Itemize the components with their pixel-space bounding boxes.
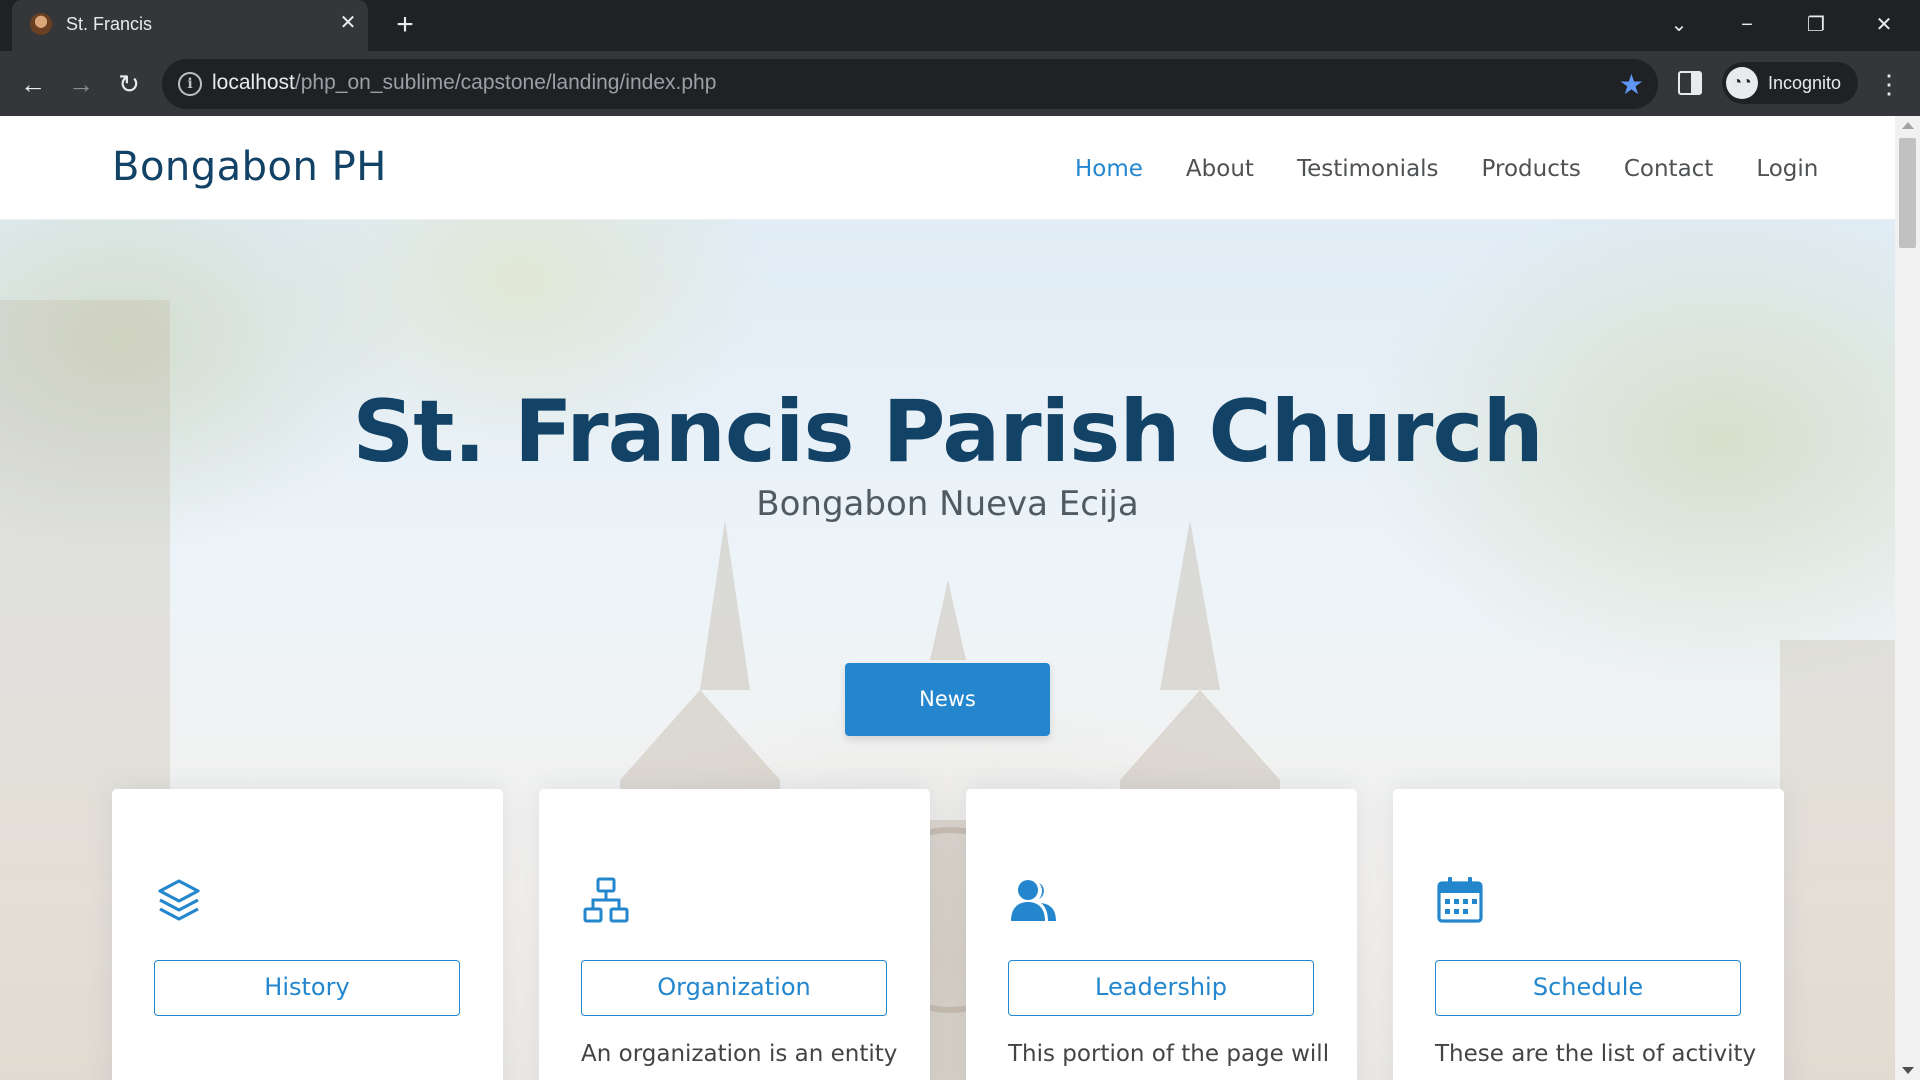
main-nav: Home About Testimonials Products Contact… bbox=[1075, 156, 1861, 182]
leadership-card: Leadership This portion of the page will bbox=[966, 789, 1357, 1080]
vertical-scrollbar[interactable] bbox=[1895, 116, 1920, 1080]
incognito-icon: ◔◔ bbox=[1726, 67, 1758, 99]
schedule-text: These are the list of activity bbox=[1435, 1041, 1757, 1067]
leadership-button[interactable]: Leadership bbox=[1008, 960, 1314, 1016]
incognito-label: Incognito bbox=[1768, 73, 1842, 93]
restore-window-icon[interactable]: ❐ bbox=[1799, 8, 1833, 42]
layers-icon bbox=[158, 879, 200, 921]
nav-testimonials[interactable]: Testimonials bbox=[1297, 156, 1439, 182]
nav-login[interactable]: Login bbox=[1756, 156, 1818, 182]
hero-title: St. Francis Parish Church bbox=[352, 382, 1543, 482]
bookmark-star-icon[interactable]: ★ bbox=[1619, 68, 1644, 101]
history-button[interactable]: History bbox=[154, 960, 460, 1016]
back-arrow-icon[interactable]: ← bbox=[16, 67, 50, 101]
site-info-icon[interactable]: i bbox=[178, 72, 202, 96]
organization-text: An organization is an entity bbox=[581, 1041, 898, 1067]
forward-arrow-icon[interactable]: → bbox=[64, 67, 98, 101]
schedule-card: Schedule These are the list of activity bbox=[1393, 789, 1784, 1080]
minimize-window-icon[interactable]: − bbox=[1730, 8, 1764, 42]
people-icon bbox=[1011, 880, 1056, 921]
url-host: localhost bbox=[212, 71, 295, 94]
favicon-icon bbox=[30, 13, 52, 35]
scroll-up-arrow-icon[interactable] bbox=[1902, 122, 1914, 129]
scrollbar-thumb[interactable] bbox=[1899, 138, 1916, 248]
browser-tab[interactable]: St. Francis ✕ bbox=[12, 0, 368, 51]
tab-title: St. Francis bbox=[66, 14, 153, 34]
close-tab-icon[interactable]: ✕ bbox=[336, 11, 360, 35]
new-tab-button[interactable]: + bbox=[390, 10, 420, 40]
schedule-button[interactable]: Schedule bbox=[1435, 960, 1741, 1016]
address-bar[interactable]: i localhost/php_on_sublime/capstone/land… bbox=[162, 59, 1658, 109]
organization-card: Organization An organization is an entit… bbox=[539, 789, 930, 1080]
nav-about[interactable]: About bbox=[1186, 156, 1254, 182]
nav-products[interactable]: Products bbox=[1482, 156, 1581, 182]
hero-subtitle: Bongabon Nueva Ecija bbox=[756, 484, 1139, 524]
page-viewport: Bongabon PH Home About Testimonials Prod… bbox=[0, 116, 1920, 1080]
nav-home[interactable]: Home bbox=[1075, 156, 1143, 182]
web-page: Bongabon PH Home About Testimonials Prod… bbox=[0, 116, 1895, 1080]
site-logo[interactable]: Bongabon PH bbox=[112, 144, 387, 190]
scroll-down-arrow-icon[interactable] bbox=[1902, 1067, 1914, 1074]
incognito-badge[interactable]: ◔◔ Incognito bbox=[1722, 62, 1858, 104]
reload-icon[interactable]: ↻ bbox=[112, 67, 146, 101]
browser-toolbar: ← → ↻ i localhost/php_on_sublime/capston… bbox=[0, 51, 1920, 116]
close-window-icon[interactable]: ✕ bbox=[1867, 8, 1901, 42]
news-button[interactable]: News bbox=[845, 663, 1050, 736]
calendar-icon bbox=[1437, 877, 1483, 923]
browser-menu-icon[interactable]: ⋮ bbox=[1876, 67, 1902, 101]
tab-search-chevron-icon[interactable]: ⌄ bbox=[1662, 8, 1696, 42]
organization-button[interactable]: Organization bbox=[581, 960, 887, 1016]
history-card: History bbox=[112, 789, 503, 1080]
url-text[interactable]: localhost/php_on_sublime/capstone/landin… bbox=[212, 71, 716, 95]
org-chart-icon bbox=[583, 877, 629, 923]
site-header: Bongabon PH Home About Testimonials Prod… bbox=[0, 116, 1895, 220]
browser-tab-strip: St. Francis ✕ + ⌄ − ❐ ✕ bbox=[0, 0, 1920, 51]
url-path: /php_on_sublime/capstone/landing/index.p… bbox=[294, 71, 717, 94]
side-panel-icon[interactable] bbox=[1678, 71, 1702, 95]
nav-contact[interactable]: Contact bbox=[1624, 156, 1713, 182]
leadership-text: This portion of the page will bbox=[1008, 1041, 1330, 1067]
